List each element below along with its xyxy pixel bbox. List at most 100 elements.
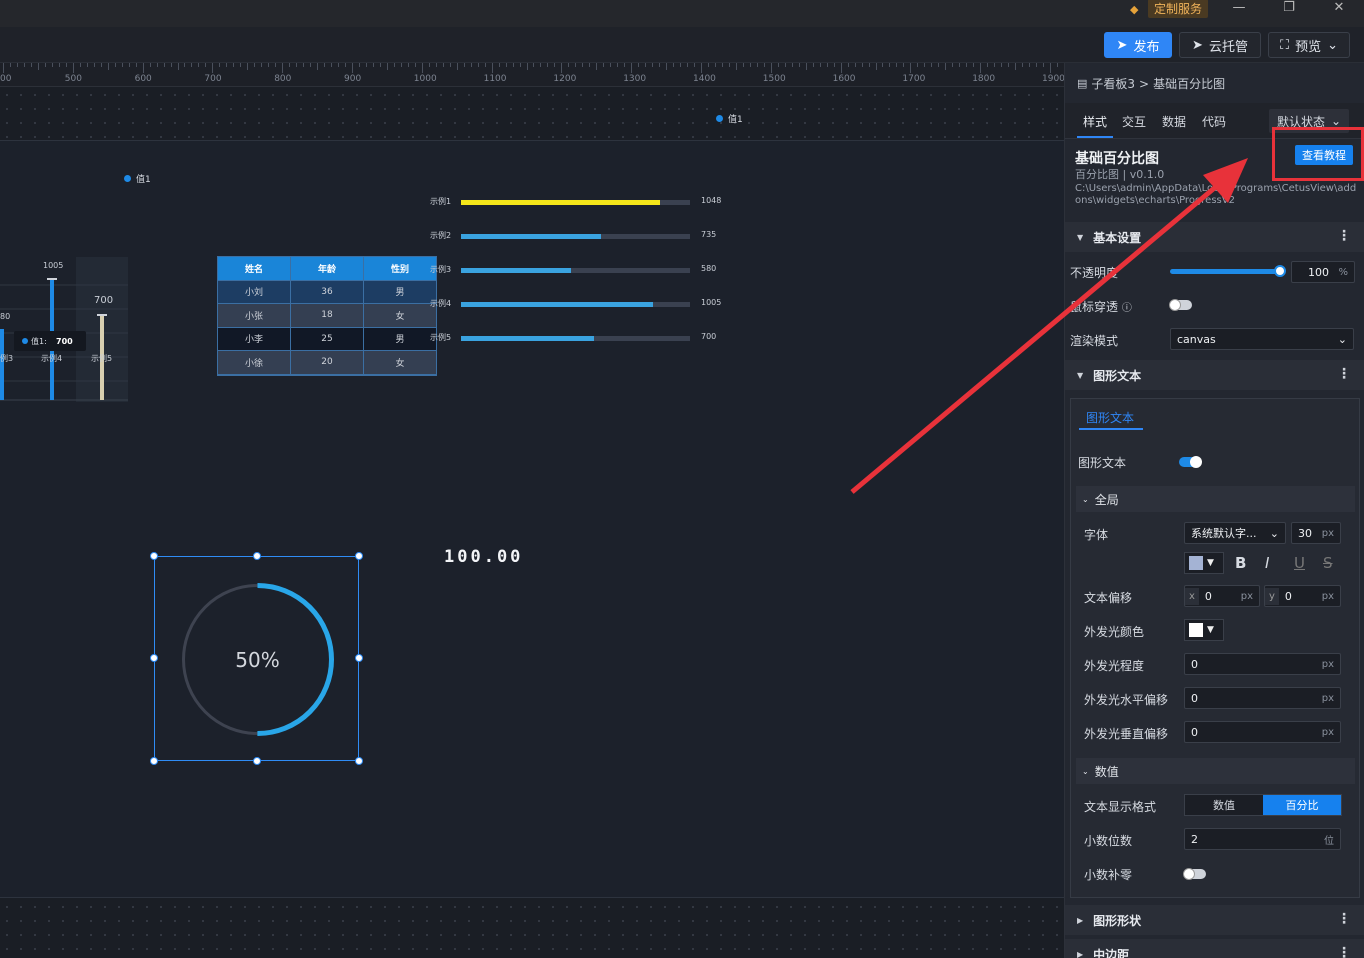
glow-level-input[interactable]: 0 px — [1184, 653, 1341, 675]
section-basic-settings[interactable]: ▼ 基本设置 ⋮ — [1065, 222, 1364, 252]
font-size-input[interactable]: 30 px — [1291, 522, 1341, 544]
resize-handle-tl[interactable] — [150, 552, 158, 560]
underline-button[interactable]: U — [1294, 554, 1305, 572]
glow-v-offset-label: 外发光垂直偏移 — [1084, 727, 1169, 741]
preview-button[interactable]: ⛶ 预览 ⌄ — [1268, 32, 1350, 58]
opacity-input[interactable]: 100 % — [1291, 261, 1355, 283]
opacity-slider-thumb[interactable] — [1274, 265, 1286, 277]
ruler-tick — [505, 63, 507, 67]
ruler-tick — [58, 63, 60, 67]
section-graphic-text[interactable]: ▼ 图形文本 ⋮ — [1065, 360, 1364, 390]
offset-y-input[interactable]: y 0 px — [1264, 585, 1341, 607]
render-mode-select[interactable]: canvas ⌄ — [1170, 328, 1354, 350]
widget-meta: 百分比图 | v0.1.0 — [1075, 168, 1165, 181]
progress-bar-row[interactable]: 示例1 1048 — [430, 196, 730, 208]
subtab-graphic-text[interactable]: 图形文本 — [1086, 409, 1134, 426]
strikethrough-button[interactable]: S — [1323, 554, 1333, 572]
table-row[interactable]: 小刘 36 男 — [218, 280, 436, 304]
percent-gauge[interactable]: 50% — [155, 557, 360, 762]
ruler-tick — [1029, 63, 1031, 67]
fullscreen-icon: ⛶ — [1279, 37, 1290, 53]
glow-color-picker[interactable]: ▼ — [1184, 619, 1224, 641]
table-row[interactable]: 小徐 20 女 — [218, 351, 436, 375]
tab-interaction[interactable]: 交互 — [1122, 113, 1146, 130]
opacity-slider[interactable] — [1170, 269, 1280, 274]
ruler-tick — [331, 63, 333, 67]
ruler-tick — [645, 63, 647, 67]
resize-handle-t[interactable] — [253, 552, 261, 560]
selected-widget-frame[interactable]: 50% — [150, 552, 363, 765]
ruler-tick — [798, 63, 800, 67]
more-icon[interactable]: ⋮ — [1337, 911, 1351, 927]
resize-handle-tr[interactable] — [355, 552, 363, 560]
number-display[interactable]: 100.00 — [444, 547, 523, 567]
custom-service-button[interactable]: ◆ 定制服务 — [1122, 0, 1216, 18]
widget-path: C:\Users\admin\AppData\Local\Programs\Ce… — [1075, 183, 1357, 206]
close-icon[interactable]: ✕ — [1316, 0, 1362, 15]
design-canvas[interactable]: 值1 值1 1005 700 80 值1: 700 示例4 示例5 例3 姓名 … — [0, 88, 1064, 958]
ruler-tick — [44, 63, 46, 67]
ruler-tick — [526, 63, 528, 70]
resize-handle-b[interactable] — [253, 757, 261, 765]
ruler-tick — [163, 63, 165, 67]
decimals-input[interactable]: 2 位 — [1184, 828, 1341, 850]
dashboard-board[interactable]: 值1 1005 700 80 值1: 700 例3 示例4 示例5 — [0, 140, 1064, 898]
ruler-tick — [156, 63, 158, 67]
breadcrumb-parent[interactable]: 子看板3 — [1091, 75, 1135, 92]
font-family-select[interactable]: 系统默认字... ⌄ — [1184, 522, 1286, 544]
progress-bar-label: 示例1 — [430, 197, 452, 206]
group-value[interactable]: ⌄ 数值 — [1076, 758, 1355, 784]
ruler-tick — [596, 63, 598, 70]
format-percent-option[interactable]: 百分比 — [1263, 795, 1341, 815]
table-header-cell: 年龄 — [291, 257, 364, 281]
italic-button[interactable]: I — [1265, 554, 1269, 572]
more-icon[interactable]: ⋮ — [1337, 366, 1351, 382]
cloud-hosting-button[interactable]: ➤ 云托管 — [1179, 32, 1261, 58]
resize-handle-r[interactable] — [355, 654, 363, 662]
progress-bar-row[interactable]: 示例2 735 — [430, 230, 730, 242]
publish-button[interactable]: ➤ 发布 — [1104, 32, 1172, 58]
format-value-option[interactable]: 数值 — [1185, 795, 1263, 815]
offset-x-input[interactable]: x 0 px — [1184, 585, 1260, 607]
graphic-text-box: 图形文本 图形文本 ⌄ 全局 字体 系统默认字... ⌄ 30 px ▼ B I … — [1070, 398, 1360, 898]
bar-example3[interactable] — [0, 329, 4, 400]
font-color-picker[interactable]: ▼ — [1184, 552, 1224, 574]
resize-handle-br[interactable] — [355, 757, 363, 765]
glow-v-offset-input[interactable]: 0 px — [1184, 721, 1341, 743]
more-icon[interactable]: ⋮ — [1337, 945, 1351, 958]
ruler-tick — [861, 63, 863, 67]
more-icon[interactable]: ⋮ — [1337, 228, 1351, 244]
progress-bar-row[interactable]: 示例3 580 — [430, 264, 730, 276]
table-row[interactable]: 小张 18 女 — [218, 304, 436, 328]
data-table[interactable]: 姓名 年龄 性别 小刘 36 男 小张 18 女 小李 25 男 小徐 20 女 — [217, 256, 437, 376]
table-row[interactable]: 小李 25 男 — [218, 327, 436, 351]
progress-bar-row[interactable]: 示例4 1005 — [430, 298, 730, 310]
graphic-text-toggle[interactable] — [1179, 456, 1202, 468]
tab-style[interactable]: 样式 — [1083, 113, 1107, 130]
resize-handle-l[interactable] — [150, 654, 158, 662]
section-ring[interactable]: ▶ 中边距 ⋮ — [1065, 939, 1364, 958]
bar-cap — [97, 314, 107, 316]
ruler-tick — [358, 63, 360, 67]
tab-code[interactable]: 代码 — [1202, 113, 1226, 130]
pad-zero-toggle[interactable] — [1183, 868, 1206, 880]
ruler-tick — [784, 63, 786, 67]
caret-right-icon: ▶ — [1077, 915, 1084, 925]
restore-icon[interactable]: ❐ — [1266, 0, 1312, 15]
bold-button[interactable]: B — [1235, 554, 1246, 572]
ruler-tick — [687, 63, 689, 67]
ruler-tick — [421, 63, 423, 73]
ruler-tick — [135, 63, 137, 67]
progress-bar-row[interactable]: 示例5 700 — [430, 332, 730, 344]
column-chart[interactable]: 1005 700 80 值1: 700 例3 — [0, 257, 128, 402]
minimize-icon[interactable]: — — [1216, 0, 1262, 15]
group-global[interactable]: ⌄ 全局 — [1076, 486, 1355, 512]
ruler-tick — [652, 63, 654, 67]
mouse-through-toggle[interactable] — [1169, 299, 1192, 311]
section-graphic-shape[interactable]: ▶ 图形形状 ⋮ — [1065, 905, 1364, 935]
tab-data[interactable]: 数据 — [1162, 113, 1186, 130]
ruler-tick — [896, 63, 898, 67]
resize-handle-bl[interactable] — [150, 757, 158, 765]
glow-h-offset-input[interactable]: 0 px — [1184, 687, 1341, 709]
ruler-tick — [289, 63, 291, 67]
